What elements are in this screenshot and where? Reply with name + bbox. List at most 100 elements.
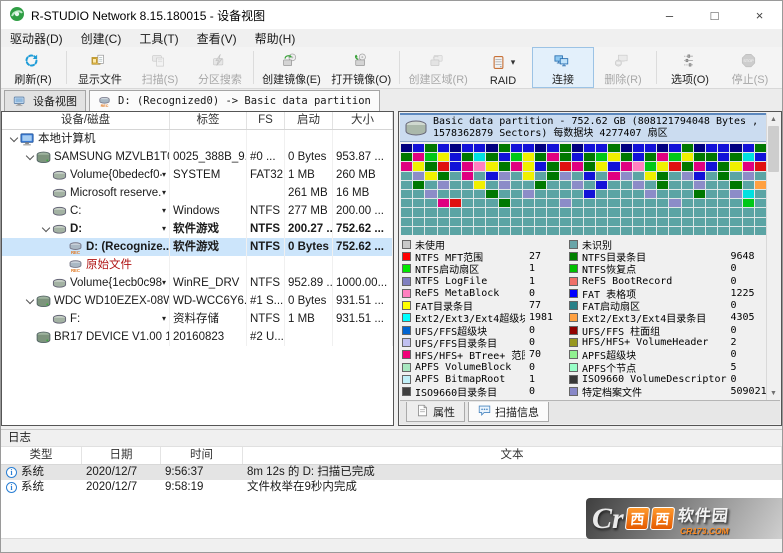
scan-block[interactable] [571,144,583,153]
scan-block[interactable] [437,180,449,189]
scan-block[interactable] [693,162,705,171]
toolbar-button-create-image[interactable]: 创建镜像(E) [257,48,326,87]
scan-block[interactable] [413,217,425,226]
scan-block[interactable] [449,199,461,208]
tree-row[interactable]: WDC WD10EZEX-08W...WD-WCC6Y6...#1 S...0 … [2,292,393,310]
scan-block[interactable] [461,226,474,235]
scan-block[interactable] [522,189,535,199]
scan-block[interactable] [559,153,571,162]
scan-block[interactable] [583,162,596,171]
scan-block[interactable] [644,162,657,171]
scan-block[interactable] [730,153,742,162]
scan-block[interactable] [449,144,461,153]
scan-block[interactable] [559,189,571,199]
scan-block[interactable] [608,199,620,208]
scan-tab-properties[interactable]: 属性 [406,402,465,422]
scan-block[interactable] [742,180,754,189]
scan-block[interactable] [437,217,449,226]
scan-block[interactable] [413,208,425,217]
scan-block[interactable] [730,171,742,180]
scan-block[interactable] [522,171,535,180]
menu-item-0[interactable]: 驱动器(D) [1,29,72,47]
scan-block[interactable] [571,208,583,217]
scan-block[interactable] [510,217,522,226]
scan-block[interactable] [449,171,461,180]
scan-block[interactable] [522,208,535,217]
scan-block[interactable] [474,180,486,189]
scan-block[interactable] [401,189,413,199]
scan-block[interactable] [474,189,486,199]
row-dropdown-icon[interactable]: ▾ [162,184,169,202]
scan-block[interactable] [705,144,718,153]
menu-item-3[interactable]: 查看(V) [188,29,246,47]
scroll-up-icon[interactable]: ▲ [767,113,780,126]
scan-block[interactable] [559,199,571,208]
scan-block[interactable] [486,144,498,153]
scan-block[interactable] [486,217,498,226]
log-row[interactable]: i 系统 2020/12/7 9:58:19 文件枚举在9秒内完成 [1,480,782,495]
scan-block[interactable] [474,153,486,162]
scroll-down-icon[interactable]: ▼ [767,387,780,400]
scan-block[interactable] [486,208,498,217]
scan-block[interactable] [522,162,535,171]
scan-block[interactable] [657,189,669,199]
scan-block[interactable] [657,180,669,189]
scan-block[interactable] [522,199,535,208]
scan-block[interactable] [693,189,705,199]
scan-block[interactable] [510,189,522,199]
scrollbar-thumb[interactable] [768,126,779,172]
row-dropdown-icon[interactable]: ▾ [162,166,169,184]
scan-block[interactable] [718,226,730,235]
scan-block[interactable] [608,162,620,171]
scan-block[interactable] [559,208,571,217]
scan-block[interactable] [461,189,474,199]
tree-column-header-4[interactable]: 大小 [333,112,393,129]
scan-block[interactable] [401,153,413,162]
scan-block[interactable] [413,153,425,162]
scan-block[interactable] [461,199,474,208]
menu-item-4[interactable]: 帮助(H) [246,29,305,47]
scan-block[interactable] [401,180,413,189]
scan-block[interactable] [401,208,413,217]
scan-block[interactable] [620,199,632,208]
scan-block[interactable] [461,144,474,153]
scan-block[interactable] [620,226,632,235]
log-column-header-2[interactable]: 时间 [161,447,243,464]
scan-block[interactable] [644,199,657,208]
scan-block[interactable] [437,208,449,217]
scan-block[interactable] [730,162,742,171]
scan-block[interactable] [608,153,620,162]
tree-column-header-0[interactable]: 设备/磁盘 [2,112,170,129]
scan-block[interactable] [644,189,657,199]
scan-block[interactable] [559,171,571,180]
scan-block[interactable] [486,153,498,162]
scan-block[interactable] [718,199,730,208]
scan-block[interactable] [571,199,583,208]
scan-block[interactable] [547,199,559,208]
scan-block[interactable] [535,226,547,235]
log-row[interactable]: i 系统 2020/12/7 9:56:37 8m 12s 的 D: 扫描已完成 [1,465,782,480]
scan-block[interactable] [620,162,632,171]
scan-block[interactable] [730,226,742,235]
scan-block[interactable] [669,226,681,235]
scan-block[interactable] [608,171,620,180]
scan-block[interactable] [608,180,620,189]
scan-block[interactable] [425,217,437,226]
scan-block[interactable] [669,208,681,217]
scan-block[interactable] [657,162,669,171]
scan-block[interactable] [559,180,571,189]
scan-block[interactable] [535,171,547,180]
scan-block[interactable] [705,153,718,162]
scan-block[interactable] [681,162,693,171]
tree-column-header-2[interactable]: FS [247,112,285,129]
scan-block[interactable] [571,171,583,180]
scan-block[interactable] [754,189,766,199]
scan-block[interactable] [730,208,742,217]
scan-block[interactable] [754,208,766,217]
scan-block[interactable] [718,180,730,189]
scan-block[interactable] [730,189,742,199]
scan-block[interactable] [425,180,437,189]
scan-block[interactable] [596,208,608,217]
scan-block[interactable] [644,180,657,189]
scan-block[interactable] [644,153,657,162]
